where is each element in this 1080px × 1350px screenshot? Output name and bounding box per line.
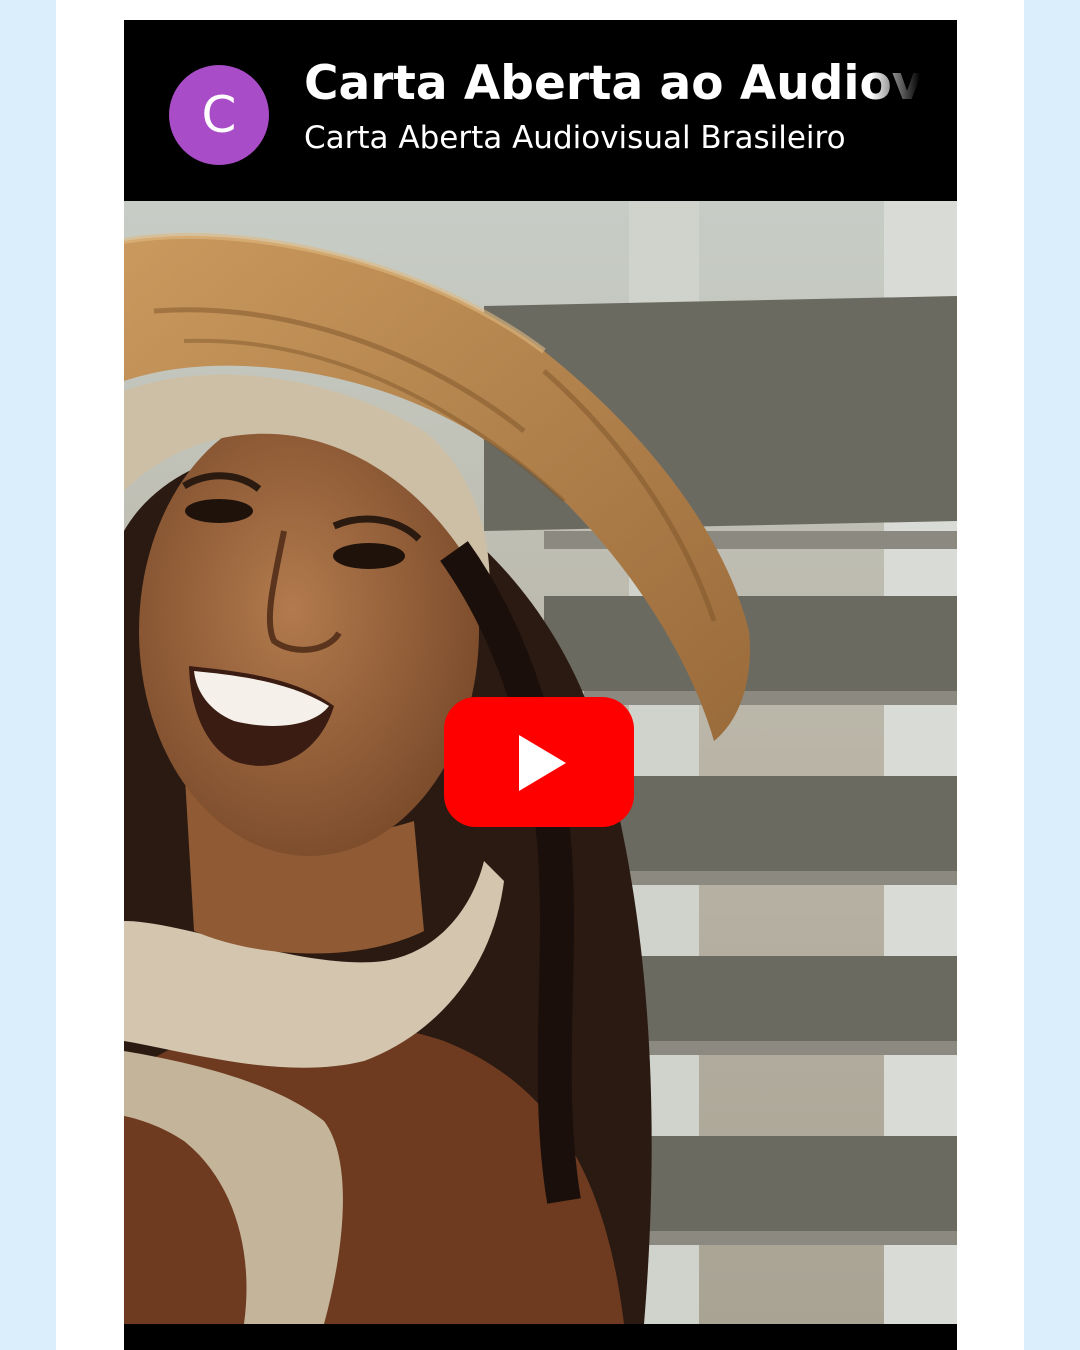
channel-name[interactable]: Carta Aberta Audiovisual Brasileiro	[304, 118, 924, 158]
youtube-video-embed[interactable]: C Carta Aberta ao Audiovisual Brasileiro…	[124, 20, 957, 1350]
video-header: C Carta Aberta ao Audiovisual Brasileiro…	[124, 20, 957, 200]
avatar-letter: C	[201, 86, 237, 144]
youtube-play-icon[interactable]	[444, 697, 634, 827]
channel-avatar[interactable]: C	[169, 65, 269, 165]
video-bottom-bar	[124, 1324, 957, 1350]
video-title[interactable]: Carta Aberta ao Audiovisual Brasileiro	[304, 54, 920, 114]
